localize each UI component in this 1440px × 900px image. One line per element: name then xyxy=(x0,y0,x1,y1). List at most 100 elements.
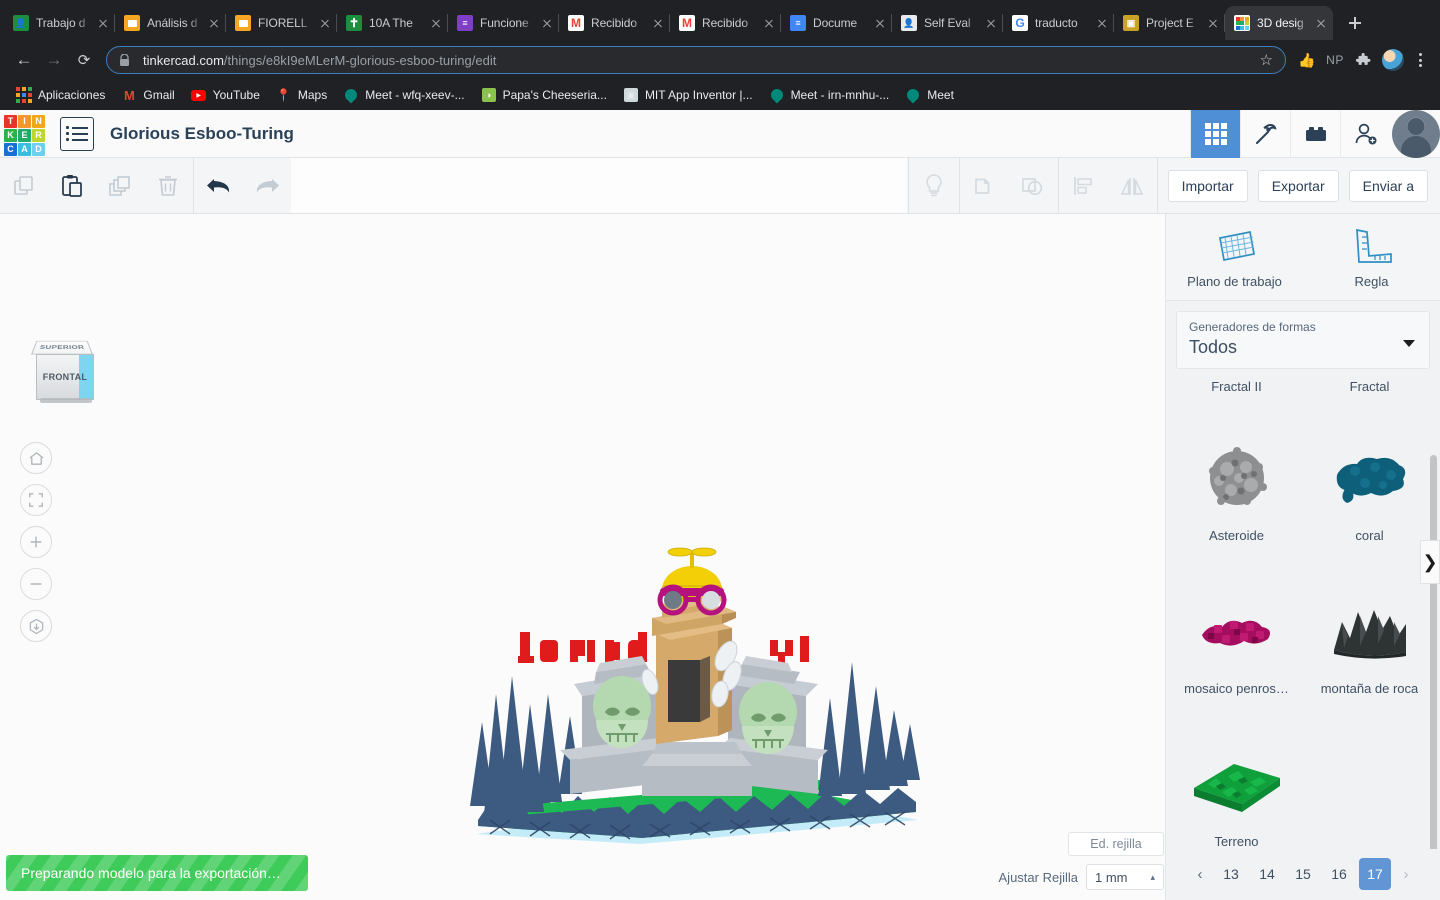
ungroup-icon[interactable] xyxy=(1009,158,1057,213)
undo-icon[interactable] xyxy=(195,158,243,213)
export-button[interactable]: Exportar xyxy=(1257,170,1339,202)
bookmark-item[interactable]: ▶ YouTube xyxy=(183,83,268,107)
paste-icon[interactable] xyxy=(48,158,96,213)
add-person-icon[interactable] xyxy=(1340,109,1390,158)
tab-close-icon[interactable] xyxy=(761,15,777,31)
fit-to-view-button[interactable] xyxy=(20,484,52,516)
view-cube[interactable]: SUPERIOR FRONTAL xyxy=(22,336,102,414)
lightbulb-icon[interactable] xyxy=(910,158,958,213)
browser-tab[interactable]: ▣ Project E xyxy=(1114,6,1225,40)
gallery-scrollbar[interactable] xyxy=(1430,455,1437,849)
zoom-out-button[interactable] xyxy=(20,568,52,600)
pagination-page-16[interactable]: 16 xyxy=(1323,858,1355,890)
pagination-prev[interactable]: ‹ xyxy=(1189,858,1211,890)
workplane-tool[interactable]: Plano de trabajo xyxy=(1166,214,1303,300)
browser-tab[interactable]: M Recibido xyxy=(670,6,781,40)
browser-tab[interactable]: G traducto xyxy=(1003,6,1114,40)
shape-gallery[interactable]: Fractal II Fractal Asteroide coral mosai… xyxy=(1166,377,1440,849)
copy-icon[interactable] xyxy=(0,158,48,213)
tab-close-icon[interactable] xyxy=(95,15,111,31)
tab-close-icon[interactable] xyxy=(539,15,555,31)
browser-tab[interactable]: ≡ Funcione xyxy=(448,6,559,40)
tab-close-icon[interactable] xyxy=(317,15,333,31)
browser-tab[interactable]: Análisis d xyxy=(115,6,226,40)
align-icon[interactable] xyxy=(1060,158,1108,213)
bookmark-item[interactable]: 📍 Maps xyxy=(268,83,335,107)
pagination-page-14[interactable]: 14 xyxy=(1251,858,1283,890)
delete-icon[interactable] xyxy=(144,158,192,213)
tab-close-icon[interactable] xyxy=(1094,15,1110,31)
shape-item-terreno[interactable]: Terreno xyxy=(1170,700,1303,849)
shape-item-coral[interactable]: coral xyxy=(1303,394,1436,547)
import-button[interactable]: Importar xyxy=(1167,170,1248,202)
shape-item-montana-de-roca[interactable]: montaña de roca xyxy=(1303,547,1436,700)
avatar[interactable] xyxy=(1392,109,1440,158)
puzzle-extension-icon[interactable] xyxy=(1350,47,1376,73)
home-view-button[interactable] xyxy=(20,442,52,474)
tab-close-icon[interactable] xyxy=(1205,15,1221,31)
list-menu-icon[interactable] xyxy=(60,116,94,151)
new-tab-button[interactable] xyxy=(1341,9,1369,37)
pagination-page-17-active[interactable]: 17 xyxy=(1359,858,1391,891)
browser-tab[interactable]: ✝ 10A The xyxy=(337,6,448,40)
perspective-toggle-button[interactable] xyxy=(20,610,52,642)
minecraft-pickaxe-icon[interactable] xyxy=(1240,109,1290,158)
bookmark-item[interactable]: Meet - irn-mnhu-... xyxy=(761,83,898,107)
logo-tile: K xyxy=(4,128,17,142)
reload-button[interactable]: ⟳ xyxy=(70,46,98,74)
shape-generator-select[interactable]: Generadores de formas Todos xyxy=(1176,311,1430,370)
send-to-button[interactable]: Enviar a xyxy=(1348,170,1428,202)
view-cube-front-face[interactable]: FRONTAL xyxy=(36,354,94,400)
tinkercad-logo-icon[interactable]: T I N K E R C A D xyxy=(2,112,46,156)
shape-item-mosaico-penrose[interactable]: mosaico penros… xyxy=(1170,547,1303,700)
profile-avatar[interactable] xyxy=(1382,49,1404,71)
np-extension-icon[interactable]: NP xyxy=(1322,47,1348,73)
browser-menu-icon[interactable] xyxy=(1410,53,1430,67)
browser-tab[interactable]: FIORELL xyxy=(226,6,337,40)
lego-brick-icon[interactable] xyxy=(1290,109,1340,158)
view-cube-top-face[interactable]: SUPERIOR xyxy=(31,340,93,355)
browser-tab[interactable]: ≡ Docume xyxy=(781,6,892,40)
graveyard-temple-3d-model[interactable] xyxy=(470,544,920,874)
mirror-icon[interactable] xyxy=(1108,158,1156,213)
design-canvas[interactable]: SUPERIOR FRONTAL Preparando modelo para … xyxy=(0,214,1165,900)
forward-button[interactable]: → xyxy=(40,46,68,74)
bookmark-item[interactable]: Meet xyxy=(897,83,962,107)
snap-grid-select[interactable]: 1 mm ▴ xyxy=(1086,864,1164,890)
tab-title: FIORELL xyxy=(258,16,308,30)
chevron-down-icon[interactable] xyxy=(1403,340,1415,348)
thumbs-up-extension-icon[interactable]: 👍 xyxy=(1294,47,1320,73)
edit-grid-button[interactable]: Ed. rejilla xyxy=(1068,832,1164,856)
bookmark-item[interactable]: Meet - wfq-xeev-... xyxy=(335,83,472,107)
pagination-next[interactable]: › xyxy=(1395,858,1417,890)
group-icon[interactable] xyxy=(961,158,1009,213)
ruler-tool[interactable]: Regla xyxy=(1303,214,1440,300)
pagination-page-15[interactable]: 15 xyxy=(1287,858,1319,890)
tab-close-icon[interactable] xyxy=(872,15,888,31)
bookmark-item[interactable]: M Gmail xyxy=(113,83,182,107)
browser-tab[interactable]: 👤 Trabajo d xyxy=(4,6,115,40)
tab-close-icon[interactable] xyxy=(983,15,999,31)
collapse-panel-button[interactable]: ❯ xyxy=(1420,540,1440,584)
bookmark-item[interactable]: Aplicaciones xyxy=(8,83,113,107)
browser-tab[interactable]: 👤 Self Eval xyxy=(892,6,1003,40)
blocks-grid-icon[interactable] xyxy=(1190,109,1240,158)
bookmark-item[interactable]: ◑ Papa's Cheeseria... xyxy=(473,83,615,107)
tab-close-icon[interactable] xyxy=(428,15,444,31)
pagination-page-13[interactable]: 13 xyxy=(1215,858,1247,890)
zoom-in-button[interactable] xyxy=(20,526,52,558)
back-button[interactable]: ← xyxy=(10,46,38,74)
omnibox[interactable]: tinkercad.com/things/e8kI9eMLerM-gloriou… xyxy=(106,46,1286,74)
tab-close-icon[interactable] xyxy=(1313,15,1329,31)
shape-item-asteroide[interactable]: Asteroide xyxy=(1170,394,1303,547)
bookmark-item[interactable]: ▣ MIT App Inventor |... xyxy=(615,83,761,107)
star-icon[interactable]: ☆ xyxy=(1260,51,1273,69)
app-header: T I N K E R C A D Glorious Esboo-Turing xyxy=(0,109,1440,158)
redo-icon[interactable] xyxy=(243,158,291,213)
browser-tab[interactable]: M Recibido xyxy=(559,6,670,40)
slides-icon xyxy=(124,15,140,31)
browser-tab-active[interactable]: 3D desig xyxy=(1225,6,1333,40)
duplicate-icon[interactable] xyxy=(96,158,144,213)
tab-close-icon[interactable] xyxy=(206,15,222,31)
tab-close-icon[interactable] xyxy=(650,15,666,31)
